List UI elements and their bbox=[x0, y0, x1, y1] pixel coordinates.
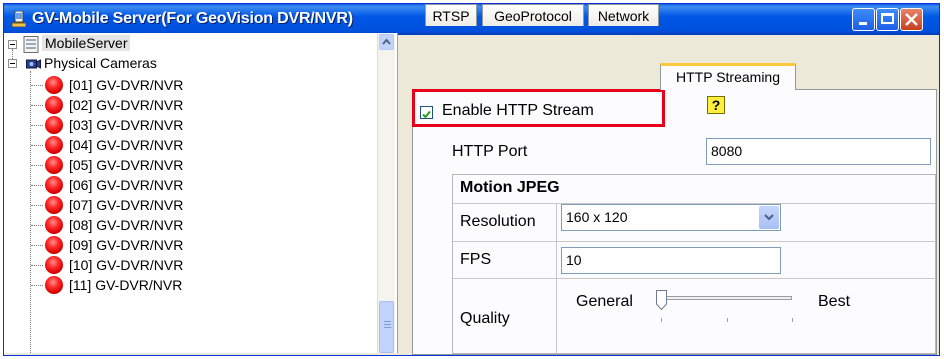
tree-connector bbox=[31, 125, 43, 126]
tree-connector bbox=[31, 205, 43, 206]
minimize-button[interactable] bbox=[852, 8, 875, 31]
close-icon bbox=[905, 13, 918, 26]
tree-connector bbox=[31, 145, 43, 146]
camera-status-icon bbox=[45, 156, 63, 174]
camera-status-icon bbox=[45, 196, 63, 214]
quality-min-label: General bbox=[576, 293, 633, 310]
camera-status-icon bbox=[45, 276, 63, 294]
camera-status-icon bbox=[45, 76, 63, 94]
tab-geoprotocol[interactable]: GeoProtocol bbox=[482, 4, 584, 26]
camera-item-label[interactable]: [10] GV-DVR/NVR bbox=[69, 257, 183, 273]
tree-connector bbox=[31, 165, 43, 166]
divider bbox=[453, 241, 935, 242]
scroll-grip bbox=[384, 327, 391, 328]
camera-item-label[interactable]: [07] GV-DVR/NVR bbox=[69, 197, 183, 213]
chevron-down-icon bbox=[764, 214, 774, 221]
motion-jpeg-header: Motion JPEG bbox=[460, 179, 560, 196]
quality-slider-track[interactable] bbox=[660, 296, 792, 300]
help-icon[interactable]: ? bbox=[707, 96, 725, 114]
tree-connector bbox=[31, 245, 43, 246]
quality-tick bbox=[727, 318, 728, 322]
camera-group-icon bbox=[26, 59, 41, 69]
quality-max-label: Best bbox=[818, 293, 851, 310]
camera-item-label[interactable]: [03] GV-DVR/NVR bbox=[69, 117, 183, 133]
tree-connector bbox=[31, 105, 43, 106]
camera-item-label[interactable]: [08] GV-DVR/NVR bbox=[69, 217, 183, 233]
camera-item-label[interactable]: [09] GV-DVR/NVR bbox=[69, 237, 183, 253]
group-collapse-toggle[interactable] bbox=[8, 59, 17, 68]
camera-status-icon bbox=[45, 136, 63, 154]
resolution-dropdown-button[interactable] bbox=[759, 206, 779, 229]
quality-slider-thumb[interactable] bbox=[656, 290, 667, 310]
tree-connector bbox=[31, 225, 43, 226]
camera-status-icon bbox=[45, 176, 63, 194]
maximize-button[interactable] bbox=[876, 8, 899, 31]
maximize-icon bbox=[881, 13, 894, 24]
quality-label: Quality bbox=[460, 310, 510, 327]
scroll-grip bbox=[384, 324, 391, 325]
tree-connector bbox=[31, 265, 43, 266]
divider bbox=[453, 278, 935, 279]
scroll-grip bbox=[384, 321, 391, 322]
close-button[interactable] bbox=[900, 8, 923, 31]
camera-item-label[interactable]: [01] GV-DVR/NVR bbox=[69, 77, 183, 93]
resolution-label: Resolution bbox=[460, 213, 536, 230]
tree-connector bbox=[31, 185, 43, 186]
app-icon bbox=[12, 11, 26, 27]
fps-input[interactable]: 10 bbox=[561, 247, 781, 274]
http-port-label: HTTP Port bbox=[452, 143, 528, 160]
server-icon bbox=[23, 36, 39, 53]
camera-status-icon bbox=[45, 236, 63, 254]
highlight-box bbox=[412, 89, 665, 127]
fps-label: FPS bbox=[460, 251, 492, 268]
divider bbox=[556, 203, 557, 353]
scroll-up-button[interactable] bbox=[379, 34, 394, 50]
camera-item-label[interactable]: [05] GV-DVR/NVR bbox=[69, 157, 183, 173]
camera-item-label[interactable]: [11] GV-DVR/NVR bbox=[69, 277, 182, 293]
scroll-thumb[interactable] bbox=[379, 301, 394, 353]
tree-connector bbox=[30, 71, 31, 353]
window-title: GV-Mobile Server(For GeoVision DVR/NVR) bbox=[32, 10, 353, 27]
camera-status-icon bbox=[45, 96, 63, 114]
quality-tick bbox=[661, 318, 662, 322]
camera-status-icon bbox=[45, 116, 63, 134]
minimize-icon bbox=[859, 22, 867, 25]
camera-status-icon bbox=[45, 256, 63, 274]
tree-connector bbox=[31, 285, 43, 286]
resolution-select[interactable]: 160 x 120 bbox=[561, 204, 781, 231]
tab-network[interactable]: Network bbox=[588, 4, 659, 26]
tab-http-streaming[interactable]: HTTP Streaming bbox=[660, 63, 796, 90]
camera-item-label[interactable]: [06] GV-DVR/NVR bbox=[69, 177, 183, 193]
camera-status-icon bbox=[45, 216, 63, 234]
camera-item-label[interactable]: [02] GV-DVR/NVR bbox=[69, 97, 183, 113]
quality-tick bbox=[792, 318, 793, 322]
chevron-up-icon bbox=[382, 38, 391, 45]
http-port-input[interactable]: 8080 bbox=[706, 138, 931, 165]
camera-item-label[interactable]: [04] GV-DVR/NVR bbox=[69, 137, 183, 153]
root-collapse-toggle[interactable] bbox=[8, 40, 17, 49]
camera-tree: MobileServer Physical Cameras [01] GV-DVR/… bbox=[4, 33, 398, 353]
tree-group-label[interactable]: Physical Cameras bbox=[44, 55, 157, 71]
tab-rtsp[interactable]: RTSP bbox=[425, 4, 477, 26]
tree-scrollbar[interactable] bbox=[377, 33, 395, 353]
resolution-value: 160 x 120 bbox=[566, 209, 628, 225]
tree-connector bbox=[31, 85, 43, 86]
tree-root-label[interactable]: MobileServer bbox=[42, 35, 131, 51]
